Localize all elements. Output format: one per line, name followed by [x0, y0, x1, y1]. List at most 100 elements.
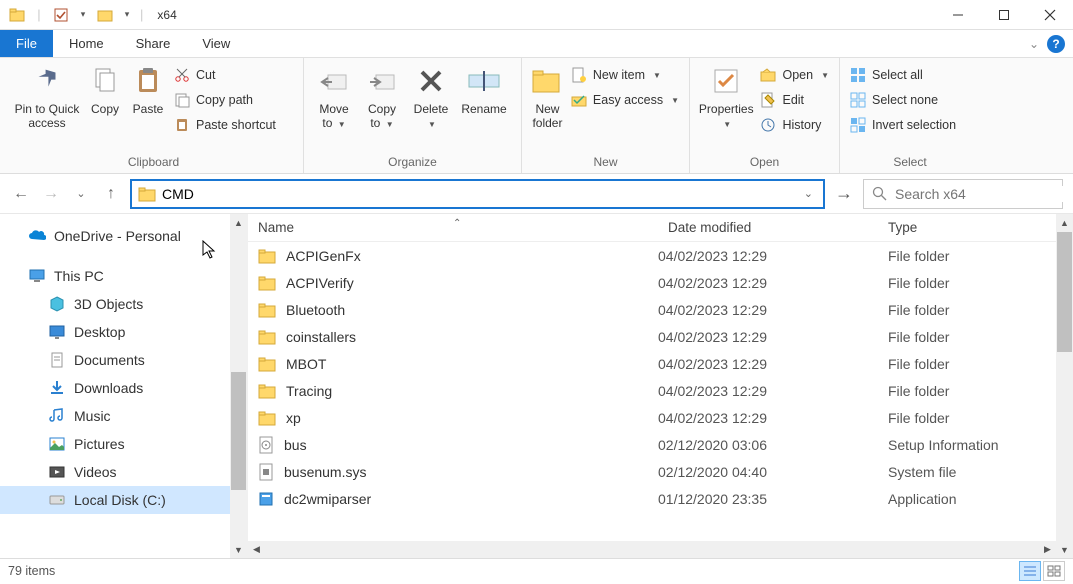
file-date: 04/02/2023 12:29: [658, 302, 878, 318]
tab-home[interactable]: Home: [53, 30, 120, 57]
forward-button[interactable]: →: [40, 180, 62, 208]
select-none-button[interactable]: Select none: [850, 89, 956, 111]
address-dropdown-icon[interactable]: ⌄: [800, 187, 817, 200]
paste-icon: [131, 64, 165, 98]
title-dropdown-icon[interactable]: ▾: [118, 6, 136, 24]
close-button[interactable]: [1027, 0, 1073, 30]
folder-icon: [8, 6, 26, 24]
details-view-button[interactable]: [1019, 561, 1041, 581]
delete-button[interactable]: Delete▼: [406, 62, 456, 132]
recent-locations-button[interactable]: ⌄: [70, 180, 92, 208]
tab-view[interactable]: View: [186, 30, 246, 57]
search-box[interactable]: [863, 179, 1063, 209]
nav-item-documents[interactable]: Documents: [0, 346, 247, 374]
tab-share[interactable]: Share: [120, 30, 187, 57]
onedrive-icon: [28, 227, 46, 245]
column-header-name[interactable]: Name ⌃: [248, 220, 658, 235]
copy-to-button[interactable]: Copy to ▼: [358, 62, 406, 132]
navpane-scrollbar[interactable]: ▲ ▼: [230, 214, 247, 558]
open-button[interactable]: Open ▼: [760, 64, 829, 86]
paste-shortcut-button[interactable]: Paste shortcut: [174, 114, 276, 136]
history-button[interactable]: History: [760, 114, 829, 136]
nav-item-label: Local Disk (C:): [74, 492, 166, 508]
pin-to-quick-access-button[interactable]: Pin to Quick access: [10, 62, 84, 132]
paste-button[interactable]: Paste: [126, 62, 170, 118]
address-bar[interactable]: ⌄: [130, 179, 825, 209]
nav-item-pictures[interactable]: Pictures: [0, 430, 247, 458]
column-headers: Name ⌃ Date modified Type: [248, 214, 1073, 242]
scroll-right-icon[interactable]: ▶: [1039, 541, 1056, 558]
ribbon-group-new: New folder New item ▼ Easy access ▼ New: [522, 58, 690, 173]
file-list-pane: Name ⌃ Date modified Type ACPIGenFx04/02…: [248, 214, 1073, 558]
scroll-thumb[interactable]: [1057, 232, 1072, 352]
new-item-button[interactable]: New item ▼: [571, 64, 679, 86]
large-icons-view-button[interactable]: [1043, 561, 1065, 581]
ribbon-help: ⌄ ?: [1029, 35, 1065, 53]
new-item-icon: [571, 67, 587, 83]
file-name: coinstallers: [286, 329, 356, 345]
file-row[interactable]: busenum.sys02/12/2020 04:40System file: [248, 458, 1073, 485]
filepane-v-scrollbar[interactable]: ▲ ▼: [1056, 214, 1073, 558]
file-row[interactable]: Tracing04/02/2023 12:29File folder: [248, 377, 1073, 404]
dropdown-icon: ▼: [653, 71, 661, 80]
nav-item-downloads[interactable]: Downloads: [0, 374, 247, 402]
file-date: 04/02/2023 12:29: [658, 329, 878, 345]
help-icon[interactable]: ?: [1047, 35, 1065, 53]
file-row[interactable]: bus02/12/2020 03:06Setup Information: [248, 431, 1073, 458]
nav-item-local-disk-c-[interactable]: Local Disk (C:): [0, 486, 247, 514]
up-button[interactable]: ↑: [100, 180, 122, 208]
rename-button[interactable]: Rename: [456, 62, 512, 118]
file-row[interactable]: Bluetooth04/02/2023 12:29File folder: [248, 296, 1073, 323]
cut-button[interactable]: Cut: [174, 64, 276, 86]
file-row[interactable]: ACPIGenFx04/02/2023 12:29File folder: [248, 242, 1073, 269]
file-row[interactable]: coinstallers04/02/2023 12:29File folder: [248, 323, 1073, 350]
inf-icon: [258, 436, 274, 454]
invert-selection-button[interactable]: Invert selection: [850, 114, 956, 136]
file-row[interactable]: ACPIVerify04/02/2023 12:29File folder: [248, 269, 1073, 296]
file-row[interactable]: dc2wmiparser01/12/2020 23:35Application: [248, 485, 1073, 512]
qat-dropdown-icon[interactable]: ▾: [74, 6, 92, 24]
go-button[interactable]: →: [833, 180, 855, 208]
select-all-button[interactable]: Select all: [850, 64, 956, 86]
nav-item-desktop[interactable]: Desktop: [0, 318, 247, 346]
column-header-date[interactable]: Date modified: [658, 220, 878, 235]
address-input[interactable]: [162, 186, 800, 202]
scroll-up-icon[interactable]: ▲: [1056, 214, 1073, 231]
back-button[interactable]: ←: [10, 180, 32, 208]
new-folder-button[interactable]: New folder: [528, 62, 567, 132]
properties-button[interactable]: Properties▼: [696, 62, 756, 132]
minimize-button[interactable]: [935, 0, 981, 30]
filepane-h-scrollbar[interactable]: ◀ ▶: [248, 541, 1056, 558]
scroll-down-icon[interactable]: ▼: [230, 541, 247, 558]
organize-group-label: Organize: [310, 155, 515, 171]
scroll-thumb[interactable]: [231, 372, 246, 490]
search-input[interactable]: [895, 186, 1073, 202]
scroll-down-icon[interactable]: ▼: [1056, 541, 1073, 558]
easy-access-button[interactable]: Easy access ▼: [571, 89, 679, 111]
scroll-up-icon[interactable]: ▲: [230, 214, 247, 231]
copy-path-button[interactable]: Copy path: [174, 89, 276, 111]
edit-button[interactable]: Edit: [760, 89, 829, 111]
file-row[interactable]: xp04/02/2023 12:29File folder: [248, 404, 1073, 431]
nav-item-music[interactable]: Music: [0, 402, 247, 430]
maximize-button[interactable]: [981, 0, 1027, 30]
paste-shortcut-label: Paste shortcut: [196, 118, 276, 132]
nav-item-this-pc[interactable]: This PC: [0, 262, 247, 290]
nav-item-label: Pictures: [74, 436, 125, 452]
column-header-type[interactable]: Type: [878, 220, 1073, 235]
pc-icon: [28, 267, 46, 285]
ribbon-collapse-icon[interactable]: ⌄: [1029, 37, 1039, 51]
file-row[interactable]: MBOT04/02/2023 12:29File folder: [248, 350, 1073, 377]
nav-item-videos[interactable]: Videos: [0, 458, 247, 486]
nav-item-onedrive-personal[interactable]: OneDrive - Personal: [0, 222, 247, 250]
paste-label: Paste: [133, 102, 164, 116]
copy-button[interactable]: Copy: [84, 62, 126, 118]
scroll-left-icon[interactable]: ◀: [248, 541, 265, 558]
dropdown-icon: ▼: [338, 120, 346, 129]
tab-file[interactable]: File: [0, 30, 53, 57]
move-to-button[interactable]: Move to ▼: [310, 62, 358, 132]
file-name: MBOT: [286, 356, 326, 372]
select-all-icon: [850, 67, 866, 83]
properties-qat-icon[interactable]: [52, 6, 70, 24]
nav-item-3d-objects[interactable]: 3D Objects: [0, 290, 247, 318]
